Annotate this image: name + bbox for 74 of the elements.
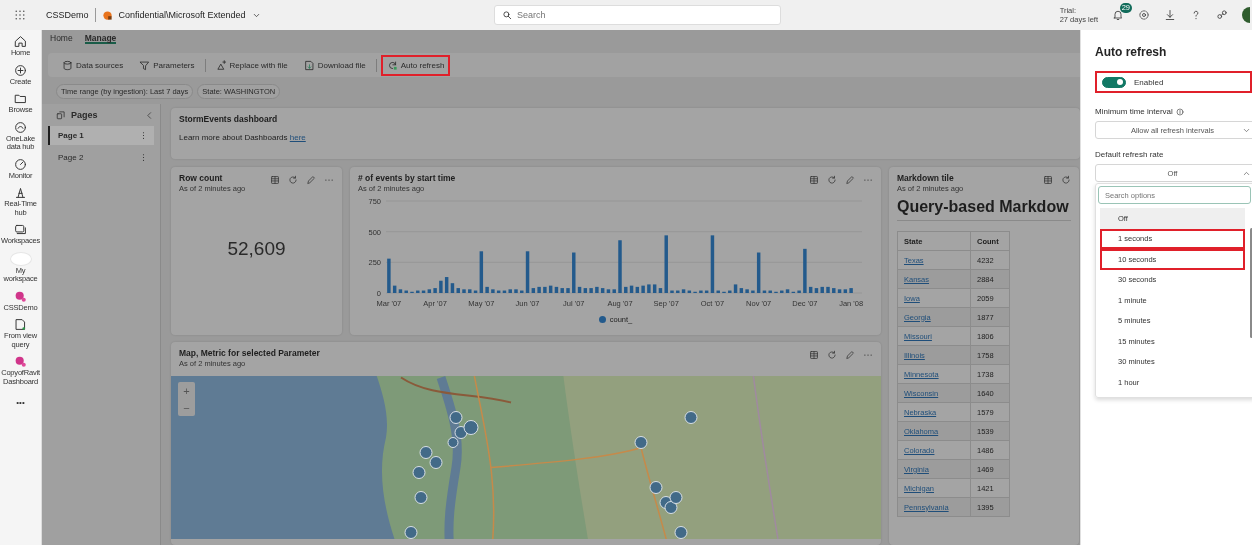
pencil-icon[interactable]	[845, 175, 855, 185]
table-icon[interactable]	[1043, 175, 1053, 185]
table-icon[interactable]	[809, 350, 819, 360]
search-field[interactable]: Search	[517, 10, 757, 20]
field-label: Default refresh rate	[1095, 150, 1164, 159]
tab[interactable]: Manage	[84, 33, 117, 44]
bar	[670, 290, 674, 293]
tile-title: Markdown tile	[897, 173, 955, 183]
more-button[interactable]: •••	[16, 398, 25, 407]
info-icon	[1175, 107, 1184, 116]
panel-title: Auto refresh	[1095, 45, 1168, 59]
database-icon	[62, 59, 73, 71]
replace-icon	[215, 59, 227, 71]
settings-icon[interactable]	[1138, 9, 1150, 21]
share-icon[interactable]	[1216, 9, 1228, 21]
field-label: Minimum time interval	[1095, 107, 1173, 116]
app-icon	[14, 289, 27, 303]
app-name[interactable]: CSSDemo	[46, 10, 89, 20]
toolbar-button[interactable]: Download file	[297, 54, 372, 76]
legend-dot	[598, 316, 606, 323]
bar	[514, 289, 518, 293]
bar	[826, 286, 830, 293]
table-icon[interactable]	[809, 175, 819, 185]
filter-icon	[139, 59, 151, 71]
avatar	[9, 251, 32, 266]
tile-title: Map, Metric for selected Parameter	[179, 348, 321, 358]
tile-title: # of events by start time	[358, 173, 457, 183]
toolbar-button[interactable]: Parameters	[133, 54, 201, 76]
tile-title: Row count	[179, 173, 224, 183]
here-link[interactable]: here	[289, 133, 306, 142]
pencil-icon[interactable]	[845, 350, 855, 360]
notification-icon[interactable]	[1112, 9, 1124, 21]
table-icon[interactable]	[270, 175, 280, 185]
row-count-value: 52,609	[226, 238, 287, 260]
toolbar-button[interactable]: Auto refresh	[380, 54, 451, 76]
stack-icon	[14, 223, 27, 236]
search-field[interactable]: Search	[494, 5, 781, 25]
markdown-heading: Query-based Markdow	[897, 198, 1071, 221]
page-item[interactable]: Page 2	[48, 148, 154, 167]
toggle-label: Enabled	[1134, 77, 1164, 87]
bar	[462, 289, 466, 293]
download-icon[interactable]	[1164, 9, 1176, 21]
sensitivity-label[interactable]: Confidential\Microsoft Extended	[118, 10, 246, 20]
pages-title: Pages	[71, 110, 98, 120]
search-icon	[502, 10, 512, 20]
auto-refresh-icon	[386, 59, 398, 71]
toggle-switch[interactable]	[1102, 76, 1126, 88]
toolbar-button[interactable]: Replace with file	[209, 54, 294, 76]
refresh-icon[interactable]	[1061, 175, 1071, 185]
tab[interactable]: Home	[50, 33, 73, 44]
toolbar-button[interactable]: Data sources	[56, 54, 130, 76]
pages-icon	[56, 110, 66, 120]
app-icon	[14, 355, 27, 368]
tile-title: StormEvents dashboard	[179, 114, 279, 124]
home-icon	[14, 35, 27, 48]
avatar[interactable]	[1242, 7, 1250, 23]
hub-icon	[14, 186, 27, 199]
chevron-left-icon[interactable]	[145, 110, 154, 120]
folder-icon	[14, 92, 27, 105]
document-icon	[14, 318, 27, 331]
globe-icon	[14, 120, 27, 134]
refresh-icon[interactable]	[827, 175, 837, 185]
bar	[618, 240, 622, 293]
refresh-icon[interactable]	[288, 175, 298, 185]
sensitivity-icon	[101, 9, 113, 21]
page-item[interactable]: Page 1	[48, 126, 154, 145]
refresh-icon[interactable]	[827, 350, 837, 360]
app-launcher-icon[interactable]	[14, 9, 26, 21]
bar	[566, 288, 570, 293]
download-file-icon	[303, 59, 315, 71]
plus-icon	[14, 63, 27, 77]
pencil-icon[interactable]	[306, 175, 316, 185]
intro-text: Learn more about Dashboards here	[179, 133, 307, 142]
gauge-icon	[14, 157, 27, 171]
